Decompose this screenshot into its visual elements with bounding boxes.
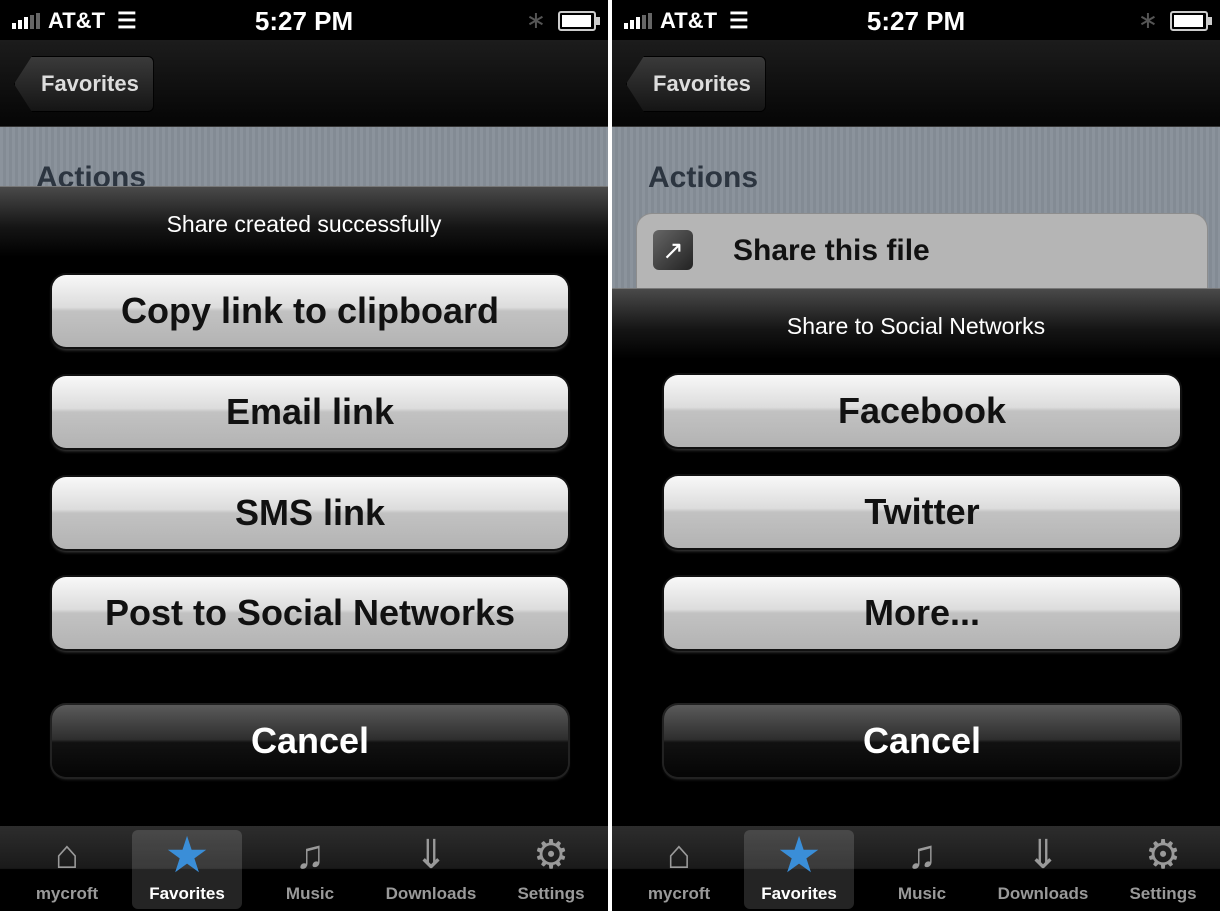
tab-label: mycroft [35,884,99,903]
tab-label: Settings [1129,884,1197,903]
tab-settings[interactable]: ⚙ Settings [1108,830,1218,909]
bluetooth-icon: ∗ [1137,7,1158,34]
star-icon: ★ [164,827,210,883]
phone-screen-right: AT&T ☰ 5:27 PM ∗ Favorites Actions ↗ Sha… [612,0,1220,911]
star-icon: ★ [776,827,822,883]
action-sheet: Share created successfully Copy link to … [0,186,608,826]
sheet-title: Share created successfully [166,211,442,237]
navigation-bar: Favorites [612,40,1220,127]
tab-mycroft[interactable]: ⌂ mycroft [624,830,734,909]
action-sheet: Share to Social Networks Facebook Twitte… [612,288,1220,826]
download-icon: ⇓ [414,833,448,877]
music-note-icon: ♫ [907,832,937,877]
share-row-label: Share this file [733,234,930,267]
status-bar: AT&T ☰ 5:27 PM ∗ [0,0,608,40]
facebook-button[interactable]: Facebook [664,375,1180,447]
tab-downloads[interactable]: ⇓ Downloads [376,830,486,909]
status-time: 5:27 PM [866,6,966,36]
download-icon: ⇓ [1026,833,1060,877]
tab-favorites[interactable]: ★ Favorites [132,827,242,909]
twitter-button[interactable]: Twitter [664,476,1180,548]
battery-icon [558,10,600,31]
back-button[interactable]: Favorites [14,56,154,112]
sms-link-button[interactable]: SMS link [52,477,568,549]
music-note-icon: ♫ [295,832,325,877]
tab-music[interactable]: ♫ Music [255,830,365,909]
more-button[interactable]: More... [664,577,1180,649]
home-icon: ⌂ [666,832,692,877]
tab-mycroft[interactable]: ⌂ mycroft [12,830,122,909]
back-button[interactable]: Favorites [626,56,766,112]
cancel-button[interactable]: Cancel [664,705,1180,777]
tab-label: Music [285,884,335,903]
post-social-button[interactable]: Post to Social Networks [52,577,568,649]
tab-label: Downloads [385,884,477,903]
tab-bar: ⌂ mycroft ★ Favorites ♫ Music ⇓ Download… [612,826,1220,911]
tab-settings[interactable]: ⚙ Settings [496,830,606,909]
sheet-title: Share to Social Networks [786,313,1046,339]
gear-icon: ⚙ [1145,833,1181,877]
share-arrow-icon: ↗ [653,230,693,270]
tab-music[interactable]: ♫ Music [867,830,977,909]
gear-icon: ⚙ [533,833,569,877]
battery-icon [1170,10,1212,31]
status-time: 5:27 PM [254,6,354,36]
email-link-button[interactable]: Email link [52,376,568,448]
tab-downloads[interactable]: ⇓ Downloads [988,830,1098,909]
tab-label: Music [897,884,947,903]
tab-label: Downloads [997,884,1089,903]
tab-label: Favorites [761,884,837,903]
tab-favorites[interactable]: ★ Favorites [744,827,854,909]
cancel-button[interactable]: Cancel [52,705,568,777]
section-header: Actions [648,161,759,194]
tab-label: Settings [517,884,585,903]
phone-screen-left: AT&T ☰ 5:27 PM ∗ Favorites Actions Share… [0,0,608,911]
bluetooth-icon: ∗ [525,7,546,34]
tab-label: mycroft [647,884,711,903]
home-icon: ⌂ [54,832,80,877]
tab-bar: ⌂ mycroft ★ Favorites ♫ Music ⇓ Download… [0,826,608,911]
status-bar: AT&T ☰ 5:27 PM ∗ [612,0,1220,40]
copy-link-button[interactable]: Copy link to clipboard [52,275,568,347]
navigation-bar: Favorites [0,40,608,127]
tab-label: Favorites [149,884,225,903]
